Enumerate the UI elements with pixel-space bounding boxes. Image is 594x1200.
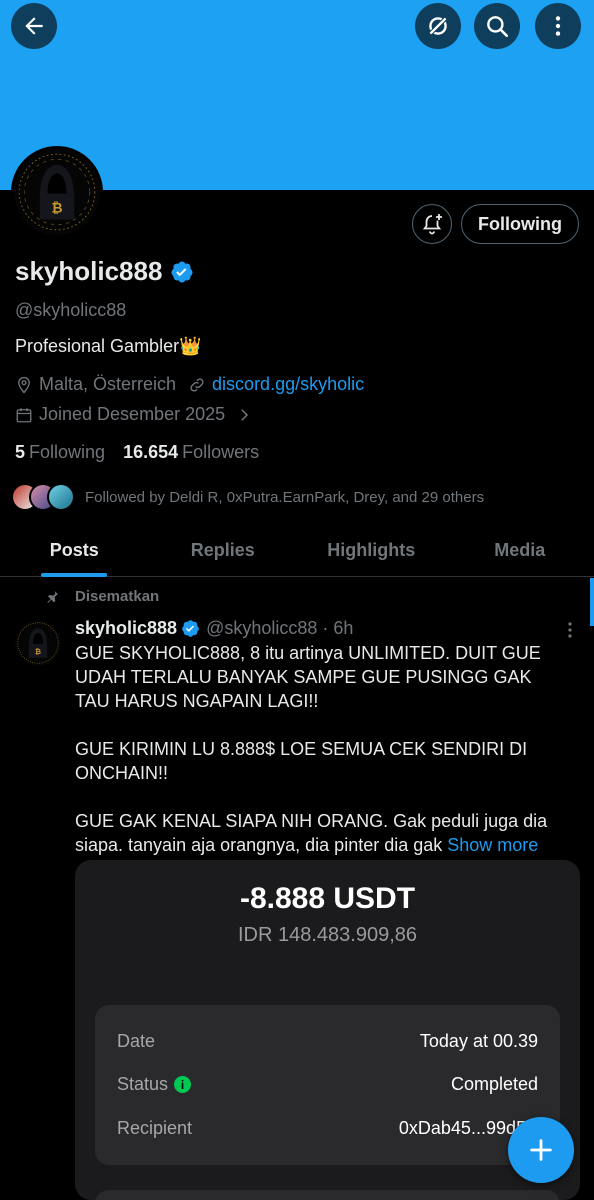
- tab-posts[interactable]: Posts: [0, 525, 149, 576]
- chevron-right-icon: [235, 406, 253, 424]
- search-icon: [487, 16, 509, 38]
- transaction-next-section: [95, 1190, 560, 1200]
- transaction-card[interactable]: -8.888 USDT IDR 148.483.909,86 Date Toda…: [75, 860, 580, 1200]
- location-pin-icon: [15, 376, 33, 394]
- follow-counts: 5 Following 16.654 Followers: [15, 442, 259, 463]
- name-row: skyholic888: [15, 256, 194, 287]
- following-count-link[interactable]: 5 Following: [15, 442, 105, 463]
- detail-row-date: Date Today at 00.39: [117, 1031, 538, 1051]
- more-button[interactable]: [535, 3, 581, 49]
- post-body: GUE SKYHOLIC888, 8 itu artinya UNLIMITED…: [75, 643, 548, 855]
- profile-tabs: Posts Replies Highlights Media: [0, 525, 594, 577]
- post-more-button[interactable]: [563, 620, 577, 640]
- arrow-left-icon: [25, 17, 43, 35]
- post-header: skyholic888 @skyholicc88 · 6h: [75, 618, 353, 639]
- link-icon: [188, 376, 206, 394]
- pin-icon: [47, 590, 58, 603]
- svg-text:₿: ₿: [51, 201, 62, 217]
- verified-badge-icon[interactable]: [170, 260, 194, 284]
- profile-avatar[interactable]: ₿: [11, 146, 103, 238]
- detail-row-recipient: Recipient 0xDab45...99dE9: [117, 1118, 538, 1138]
- profile-joined: Joined Desember 2025: [39, 404, 226, 424]
- pinned-label: Disematkan: [44, 588, 159, 605]
- tab-media[interactable]: Media: [446, 525, 594, 576]
- profile-handle: @skyholicc88: [15, 300, 127, 320]
- tab-replies[interactable]: Replies: [149, 525, 298, 576]
- show-more-link[interactable]: Show more: [447, 835, 538, 855]
- following-button[interactable]: Following: [461, 204, 579, 244]
- post-avatar[interactable]: ₿: [15, 620, 61, 666]
- followers-count-link[interactable]: 16.654 Followers: [123, 442, 259, 463]
- transaction-amount: -8.888 USDT: [239, 882, 416, 915]
- followed-by-text: Followed by Deldi R, 0xPutra.EarnPark, D…: [85, 488, 485, 506]
- profile-meta-row: Malta, Österreich discord.gg/skyholic: [15, 374, 364, 395]
- grok-button[interactable]: [415, 3, 461, 49]
- calendar-icon: [15, 406, 33, 424]
- svg-text:₿: ₿: [35, 647, 41, 656]
- more-vertical-icon: [555, 16, 561, 36]
- notify-button[interactable]: [412, 204, 452, 244]
- grok-icon: [427, 15, 449, 37]
- hooded-bitcoin-avatar-icon: ₿: [14, 149, 100, 235]
- profile-bio: Profesional Gambler👑: [15, 336, 202, 356]
- hooded-bitcoin-avatar-icon: ₿: [15, 620, 61, 666]
- tab-highlights[interactable]: Highlights: [297, 525, 446, 576]
- back-button[interactable]: [11, 3, 57, 49]
- profile-location: Malta, Österreich: [39, 374, 177, 394]
- compose-button[interactable]: [508, 1117, 574, 1183]
- transaction-details: Date Today at 00.39 Status i Completed Re…: [95, 1005, 560, 1165]
- display-name: skyholic888: [15, 256, 163, 286]
- profile-link[interactable]: discord.gg/skyholic: [212, 374, 364, 395]
- plus-icon: [530, 1139, 552, 1161]
- info-icon: i: [174, 1076, 192, 1093]
- followed-by-row[interactable]: Followed by Deldi R, 0xPutra.EarnPark, D…: [11, 483, 484, 511]
- profile-joined-row[interactable]: Joined Desember 2025: [15, 404, 259, 425]
- verified-badge-icon[interactable]: [177, 619, 200, 638]
- transaction-fiat: IDR 148.483.909,86: [237, 924, 418, 946]
- post-handle-time: @skyholicc88 · 6h: [206, 618, 354, 638]
- more-vertical-icon: [568, 622, 572, 638]
- avatar: [47, 483, 75, 511]
- search-button[interactable]: [474, 3, 520, 49]
- bell-plus-icon: [422, 214, 442, 235]
- post-author-name[interactable]: skyholic888: [75, 618, 177, 639]
- detail-row-status: Status i Completed: [117, 1074, 538, 1094]
- scroll-indicator[interactable]: [590, 578, 594, 626]
